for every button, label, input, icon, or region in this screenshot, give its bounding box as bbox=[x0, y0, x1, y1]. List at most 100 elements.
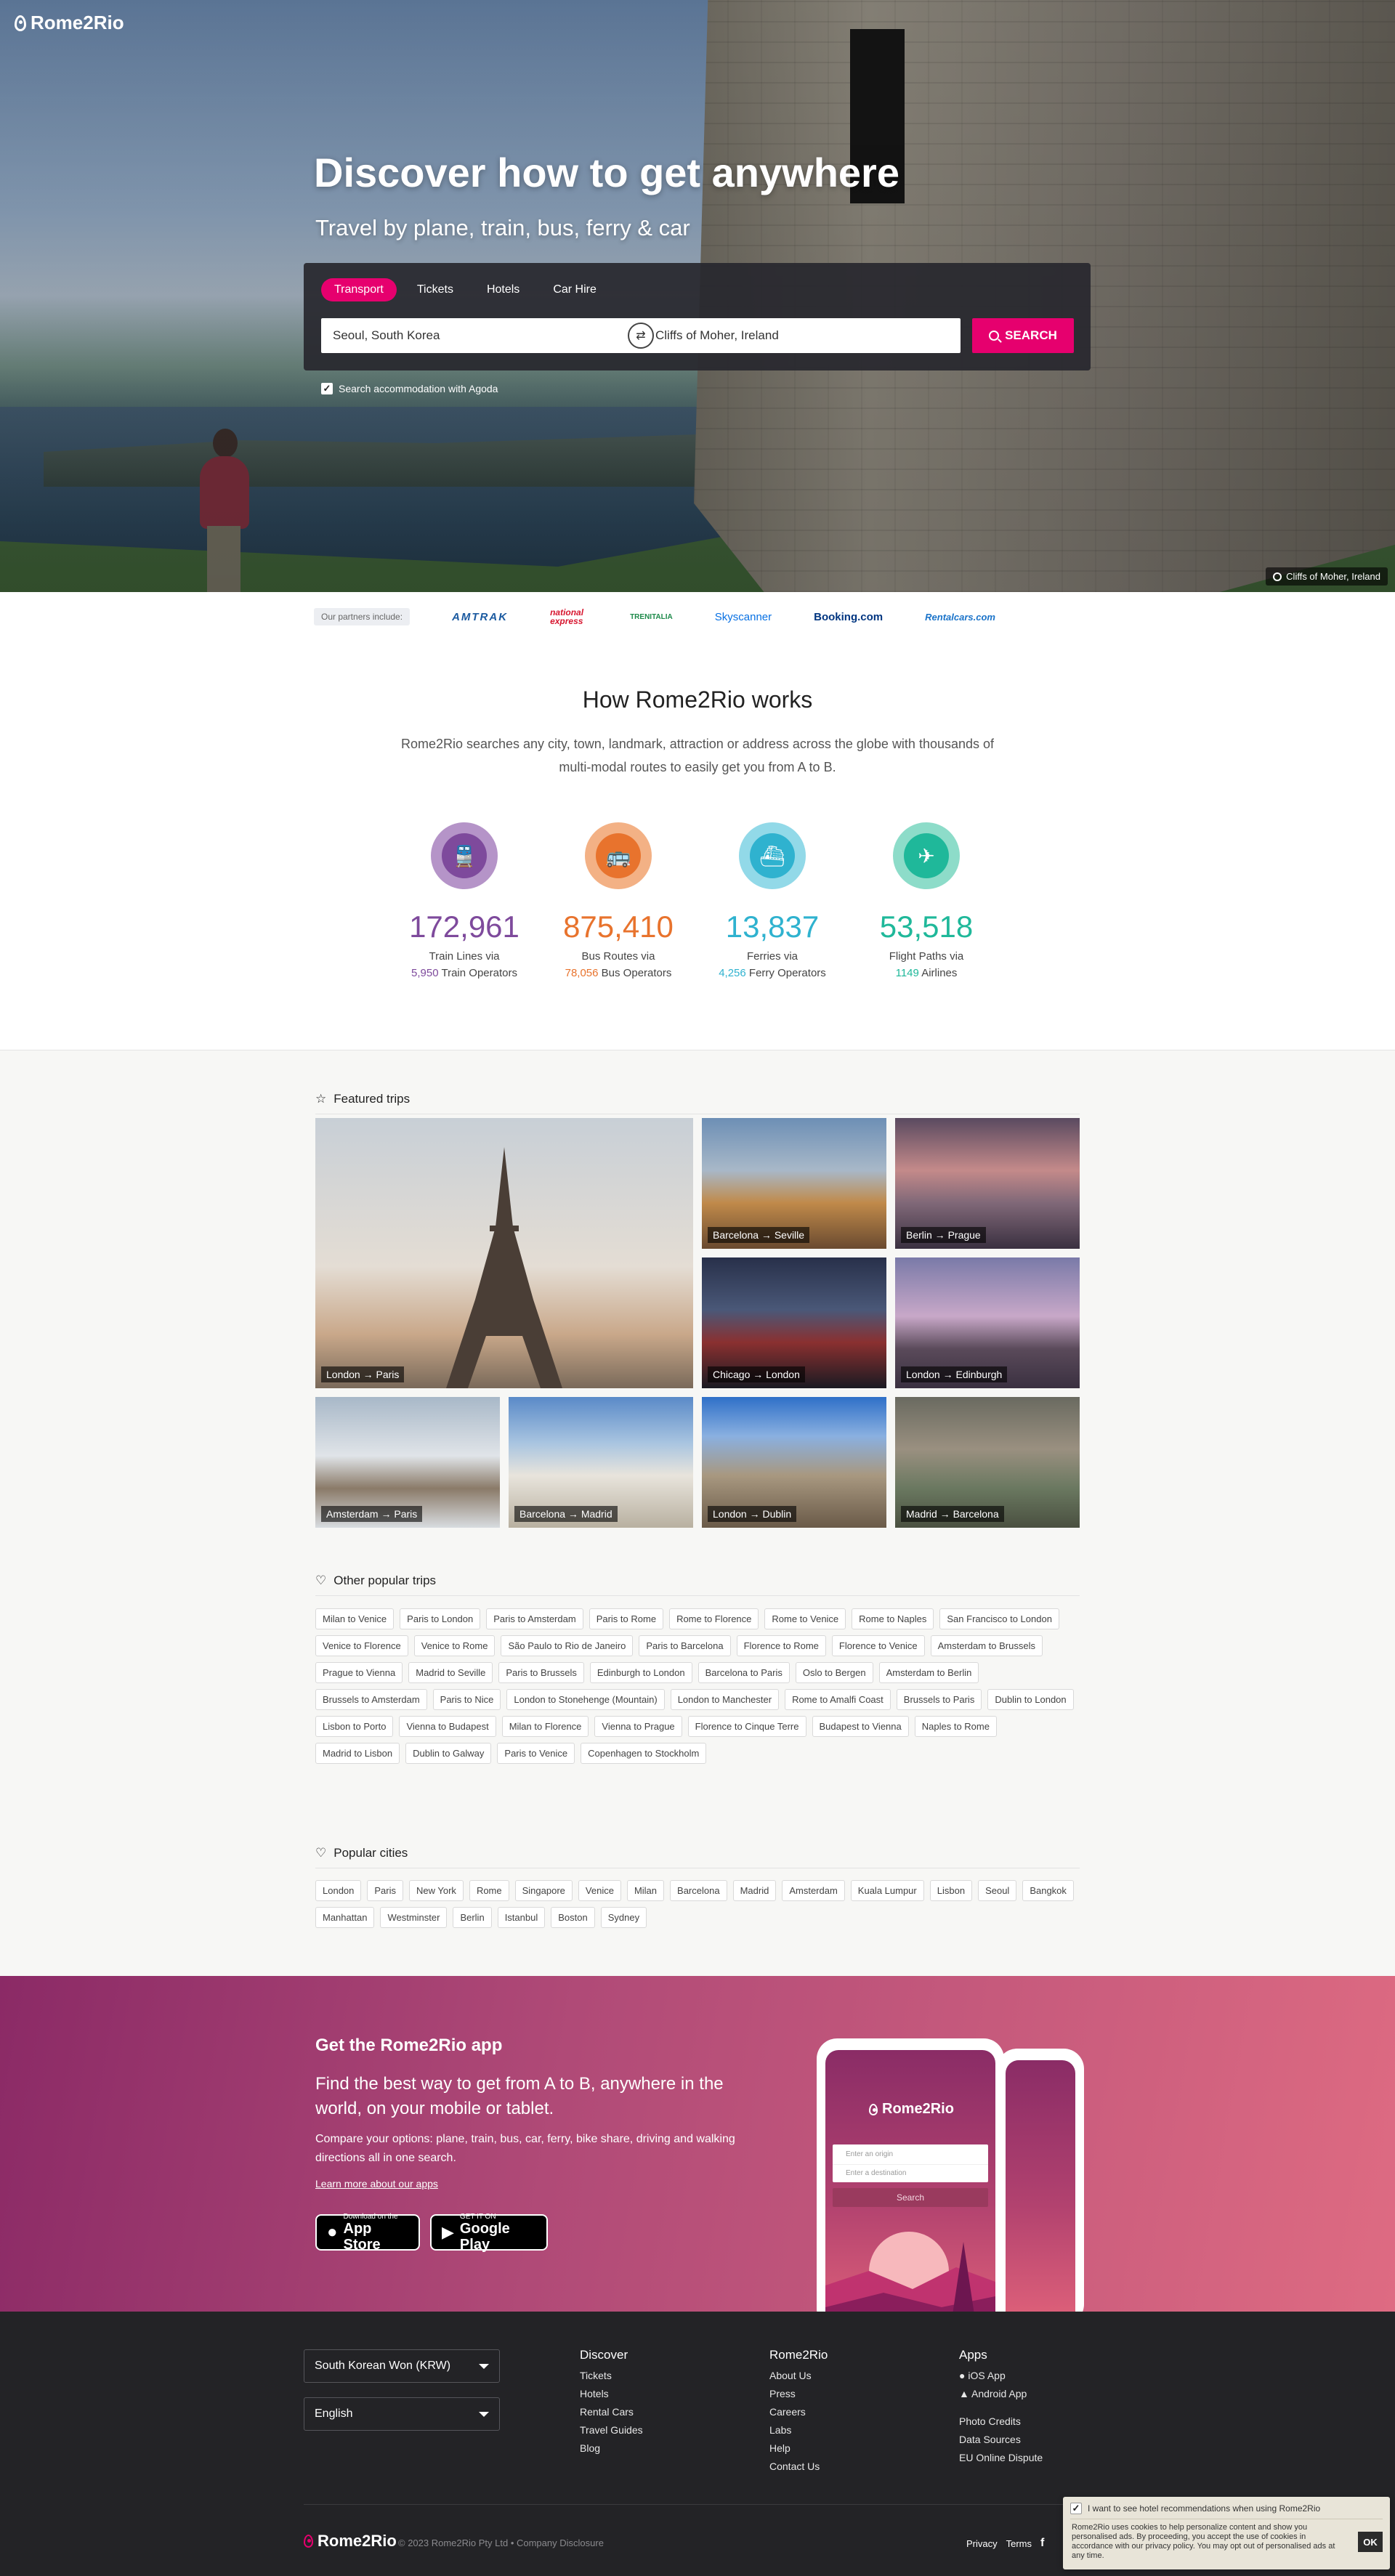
origin-input[interactable]: Seoul, South Korea bbox=[321, 318, 641, 353]
popular-city-link[interactable]: Milan bbox=[626, 1880, 665, 1901]
agoda-checkbox-row[interactable]: ✓ Search accommodation with Agoda bbox=[321, 383, 498, 394]
popular-trip-link[interactable]: Venice to Rome bbox=[413, 1635, 496, 1656]
agoda-checkbox[interactable]: ✓ bbox=[321, 383, 333, 394]
popular-city-link[interactable]: Istanbul bbox=[497, 1907, 546, 1928]
popular-city-link[interactable]: Berlin bbox=[453, 1907, 492, 1928]
featured-trip-berlin-prague[interactable]: Berlin → Prague bbox=[895, 1118, 1080, 1249]
destination-input[interactable]: Cliffs of Moher, Ireland bbox=[641, 318, 961, 353]
popular-city-link[interactable]: Singapore bbox=[514, 1880, 573, 1901]
popular-trip-link[interactable]: Naples to Rome bbox=[914, 1716, 997, 1737]
popular-trip-link[interactable]: Dublin to Galway bbox=[405, 1743, 492, 1764]
featured-trip-chicago-london[interactable]: Chicago → London bbox=[702, 1257, 886, 1388]
popular-city-link[interactable]: Kuala Lumpur bbox=[850, 1880, 924, 1901]
popular-trip-link[interactable]: Paris to Nice bbox=[432, 1689, 501, 1710]
popular-trip-link[interactable]: Oslo to Bergen bbox=[795, 1662, 873, 1683]
footer-link[interactable]: Travel Guides bbox=[580, 2424, 643, 2436]
cookie-ok-button[interactable]: OK bbox=[1358, 2532, 1383, 2552]
popular-city-link[interactable]: Manhattan bbox=[315, 1907, 375, 1928]
hotel-recommendations-checkbox[interactable]: ✓ bbox=[1070, 2503, 1082, 2514]
footer-link[interactable]: Labs bbox=[769, 2424, 828, 2436]
popular-city-link[interactable]: London bbox=[315, 1880, 362, 1901]
featured-trip-barcelona-madrid[interactable]: Barcelona → Madrid bbox=[509, 1397, 693, 1528]
popular-city-link[interactable]: Rome bbox=[469, 1880, 509, 1901]
popular-trip-link[interactable]: Paris to Amsterdam bbox=[486, 1608, 583, 1629]
popular-trip-link[interactable]: Milan to Venice bbox=[315, 1608, 395, 1629]
popular-trip-link[interactable]: Copenhagen to Stockholm bbox=[581, 1743, 707, 1764]
popular-trip-link[interactable]: Madrid to Lisbon bbox=[315, 1743, 400, 1764]
popular-trip-link[interactable]: Paris to Brussels bbox=[498, 1662, 584, 1683]
popular-trip-link[interactable]: Edinburgh to London bbox=[589, 1662, 692, 1683]
popular-trip-link[interactable]: Rome to Florence bbox=[669, 1608, 759, 1629]
popular-trip-link[interactable]: Prague to Vienna bbox=[315, 1662, 403, 1683]
footer-link[interactable]: Press bbox=[769, 2388, 828, 2399]
featured-trip-amsterdam-paris[interactable]: Amsterdam → Paris bbox=[315, 1397, 500, 1528]
popular-city-link[interactable]: Boston bbox=[551, 1907, 595, 1928]
search-button[interactable]: SEARCH bbox=[972, 318, 1074, 353]
footer-link[interactable]: Data Sources bbox=[959, 2434, 1043, 2445]
popular-trip-link[interactable]: Florence to Venice bbox=[831, 1635, 925, 1656]
footer-link[interactable]: About Us bbox=[769, 2370, 828, 2381]
popular-trip-link[interactable]: London to Stonehenge (Mountain) bbox=[506, 1689, 665, 1710]
popular-trip-link[interactable]: Lisbon to Porto bbox=[315, 1716, 394, 1737]
popular-trip-link[interactable]: Venice to Florence bbox=[315, 1635, 408, 1656]
popular-trip-link[interactable]: Dublin to London bbox=[987, 1689, 1074, 1710]
footer-link[interactable]: Photo Credits bbox=[959, 2415, 1043, 2427]
popular-city-link[interactable]: Seoul bbox=[978, 1880, 1017, 1901]
footer-link[interactable]: Tickets bbox=[580, 2370, 643, 2381]
swap-icon[interactable]: ⇄ bbox=[628, 323, 654, 349]
featured-trip-london-dublin[interactable]: London → Dublin bbox=[702, 1397, 886, 1528]
terms-link[interactable]: Terms bbox=[1006, 2538, 1032, 2549]
featured-trip-barcelona-seville[interactable]: Barcelona → Seville bbox=[702, 1118, 886, 1249]
popular-city-link[interactable]: Amsterdam bbox=[782, 1880, 845, 1901]
popular-trip-link[interactable]: Paris to London bbox=[400, 1608, 481, 1629]
learn-more-apps-link[interactable]: Learn more about our apps bbox=[315, 2178, 438, 2190]
privacy-link[interactable]: Privacy bbox=[966, 2538, 998, 2549]
popular-trip-link[interactable]: Vienna to Budapest bbox=[399, 1716, 496, 1737]
popular-trip-link[interactable]: Budapest to Vienna bbox=[812, 1716, 909, 1737]
popular-city-link[interactable]: Lisbon bbox=[929, 1880, 973, 1901]
popular-city-link[interactable]: Venice bbox=[578, 1880, 621, 1901]
popular-trip-link[interactable]: Rome to Amalfi Coast bbox=[785, 1689, 891, 1710]
popular-trip-link[interactable]: Paris to Rome bbox=[589, 1608, 664, 1629]
currency-select[interactable]: South Korean Won (KRW) bbox=[304, 2349, 500, 2383]
android-app-link[interactable]: ▲ Android App bbox=[959, 2388, 1043, 2399]
footer-link[interactable]: EU Online Dispute bbox=[959, 2452, 1043, 2463]
popular-trip-link[interactable]: Florence to Rome bbox=[736, 1635, 826, 1656]
featured-trip-madrid-barcelona[interactable]: Madrid → Barcelona bbox=[895, 1397, 1080, 1528]
popular-trip-link[interactable]: Madrid to Seville bbox=[408, 1662, 493, 1683]
popular-trip-link[interactable]: Amsterdam to Brussels bbox=[930, 1635, 1043, 1656]
popular-trip-link[interactable]: Florence to Cinque Terre bbox=[687, 1716, 806, 1737]
popular-trip-link[interactable]: London to Manchester bbox=[670, 1689, 780, 1710]
footer-link[interactable]: Careers bbox=[769, 2406, 828, 2418]
popular-city-link[interactable]: Barcelona bbox=[670, 1880, 727, 1901]
popular-trip-link[interactable]: São Paulo to Rio de Janeiro bbox=[501, 1635, 634, 1656]
popular-city-link[interactable]: Westminster bbox=[380, 1907, 448, 1928]
app-store-button[interactable]: ● Download on the App Store bbox=[315, 2213, 420, 2253]
popular-trip-link[interactable]: Paris to Barcelona bbox=[639, 1635, 731, 1656]
tab-tickets[interactable]: Tickets bbox=[404, 278, 466, 301]
photo-credit[interactable]: Cliffs of Moher, Ireland bbox=[1266, 567, 1388, 586]
footer-link[interactable]: Contact Us bbox=[769, 2460, 828, 2472]
header-logo[interactable]: Rome2Rio bbox=[15, 12, 124, 34]
facebook-icon[interactable]: f bbox=[1040, 2537, 1044, 2550]
featured-trip-london-edinburgh[interactable]: London → Edinburgh bbox=[895, 1257, 1080, 1388]
popular-city-link[interactable]: Madrid bbox=[732, 1880, 777, 1901]
popular-trip-link[interactable]: Vienna to Prague bbox=[594, 1716, 682, 1737]
popular-trip-link[interactable]: Rome to Venice bbox=[764, 1608, 846, 1629]
language-select[interactable]: English bbox=[304, 2397, 500, 2431]
popular-trip-link[interactable]: Rome to Naples bbox=[852, 1608, 934, 1629]
popular-trip-link[interactable]: San Francisco to London bbox=[939, 1608, 1059, 1629]
popular-trip-link[interactable]: Barcelona to Paris bbox=[698, 1662, 790, 1683]
tab-transport[interactable]: Transport bbox=[321, 278, 397, 301]
featured-trip-london-paris[interactable]: London → Paris bbox=[315, 1118, 693, 1388]
footer-link[interactable]: Rental Cars bbox=[580, 2406, 643, 2418]
popular-trip-link[interactable]: Amsterdam to Berlin bbox=[878, 1662, 979, 1683]
footer-link[interactable]: Hotels bbox=[580, 2388, 643, 2399]
tab-car-hire[interactable]: Car Hire bbox=[540, 278, 610, 301]
popular-city-link[interactable]: New York bbox=[409, 1880, 464, 1901]
popular-trip-link[interactable]: Brussels to Amsterdam bbox=[315, 1689, 427, 1710]
tab-hotels[interactable]: Hotels bbox=[474, 278, 533, 301]
ios-app-link[interactable]: ● iOS App bbox=[959, 2370, 1043, 2381]
footer-logo[interactable]: Rome2Rio bbox=[304, 2532, 397, 2551]
popular-city-link[interactable]: Bangkok bbox=[1022, 1880, 1074, 1901]
